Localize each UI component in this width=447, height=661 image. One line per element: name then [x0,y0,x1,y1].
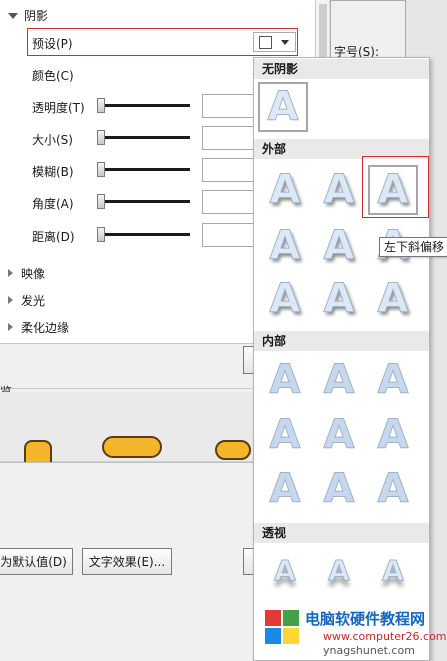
preview-box [0,392,253,470]
preset-inner-3[interactable]: A [368,355,418,405]
preset-inner-5[interactable]: A [314,410,364,460]
expand-triangle-icon [8,323,13,331]
set-default-button[interactable]: 为默认值(D) [0,548,73,575]
watermark-title: 电脑软硬件教程网 [305,610,426,628]
watermark: 电脑软硬件教程网 www.computer26.com ynagshunet.c… [265,606,447,661]
size-input[interactable] [202,126,254,150]
gallery-section-no-shadow: 无阴影 [254,59,429,79]
preset-inner-6[interactable]: A [368,410,418,460]
shadow-swatch-icon [259,36,272,49]
windows-logo-icon [265,610,301,646]
preset-inner-7[interactable]: A [260,464,310,514]
preset-outer-1[interactable]: A [260,165,310,215]
soft-edges-section-header[interactable]: 柔化边缘 [8,319,69,336]
preset-outer-4[interactable]: A [260,221,310,271]
blur-slider-thumb[interactable] [97,162,105,177]
gallery-section-inner: 内部 [254,331,429,351]
preview-glyph [215,440,251,460]
hovered-preset-highlight [362,156,429,218]
color-label: 颜色(C) [32,69,74,83]
transparency-slider-track[interactable] [100,104,190,107]
preset-outer-8[interactable]: A [314,274,364,324]
shadow-section-header[interactable]: 阴影 [8,7,48,24]
glow-section-header[interactable]: 发光 [8,292,45,309]
angle-slider-thumb[interactable] [97,194,105,209]
reflection-section-header[interactable]: 映像 [8,265,45,282]
preset-outer-5[interactable]: A [314,221,364,271]
distance-slider-thumb[interactable] [97,227,105,242]
blur-label: 模糊(B) [32,165,74,179]
chevron-down-icon [281,40,289,45]
distance-slider-track[interactable] [100,233,190,236]
preset-inner-9[interactable]: A [368,464,418,514]
gallery-section-perspective: 透视 [254,523,429,543]
preset-inner-2[interactable]: A [314,355,364,405]
preset-inner-8[interactable]: A [314,464,364,514]
transparency-slider-thumb[interactable] [97,98,105,113]
preset-inner-4[interactable]: A [260,410,310,460]
text-effects-button[interactable]: 文字效果(E)... [82,548,172,575]
expand-triangle-icon [8,269,13,277]
preset-outer-7[interactable]: A [260,274,310,324]
size-label: 大小(S) [32,133,73,147]
transparency-input[interactable] [202,94,254,118]
preset-perspective-2[interactable]: A [314,546,364,596]
watermark-url: www.computer26.com [323,630,447,643]
preset-no-shadow[interactable]: A [258,82,308,132]
preset-perspective-3[interactable]: A [368,546,418,596]
angle-input[interactable] [202,190,254,214]
preset-dropdown-button[interactable] [253,32,296,52]
preset-inner-1[interactable]: A [260,355,310,405]
angle-label: 角度(A) [32,197,74,211]
blur-input[interactable] [202,158,254,182]
preset-outer-2[interactable]: A [314,165,364,215]
preset-label: 预设(P) [32,37,73,51]
collapse-triangle-icon [8,13,18,19]
preview-divider [0,388,253,389]
expand-triangle-icon [8,296,13,304]
size-slider-track[interactable] [100,136,190,139]
preview-glyph [102,436,162,458]
angle-slider-track[interactable] [100,200,190,203]
preset-tooltip: 左下斜偏移 [379,237,447,257]
blur-slider-track[interactable] [100,168,190,171]
size-slider-thumb[interactable] [97,130,105,145]
distance-label: 距离(D) [32,230,75,244]
shadow-preset-gallery: 无阴影 A 外部 A A A A A A A A A 内部 A A A A A … [253,57,430,661]
transparency-label: 透明度(T) [32,101,85,115]
preset-perspective-1[interactable]: A [260,546,310,596]
watermark-url-secondary: ynagshunet.com [323,644,415,657]
preset-outer-9[interactable]: A [368,274,418,324]
distance-input[interactable] [202,223,254,247]
